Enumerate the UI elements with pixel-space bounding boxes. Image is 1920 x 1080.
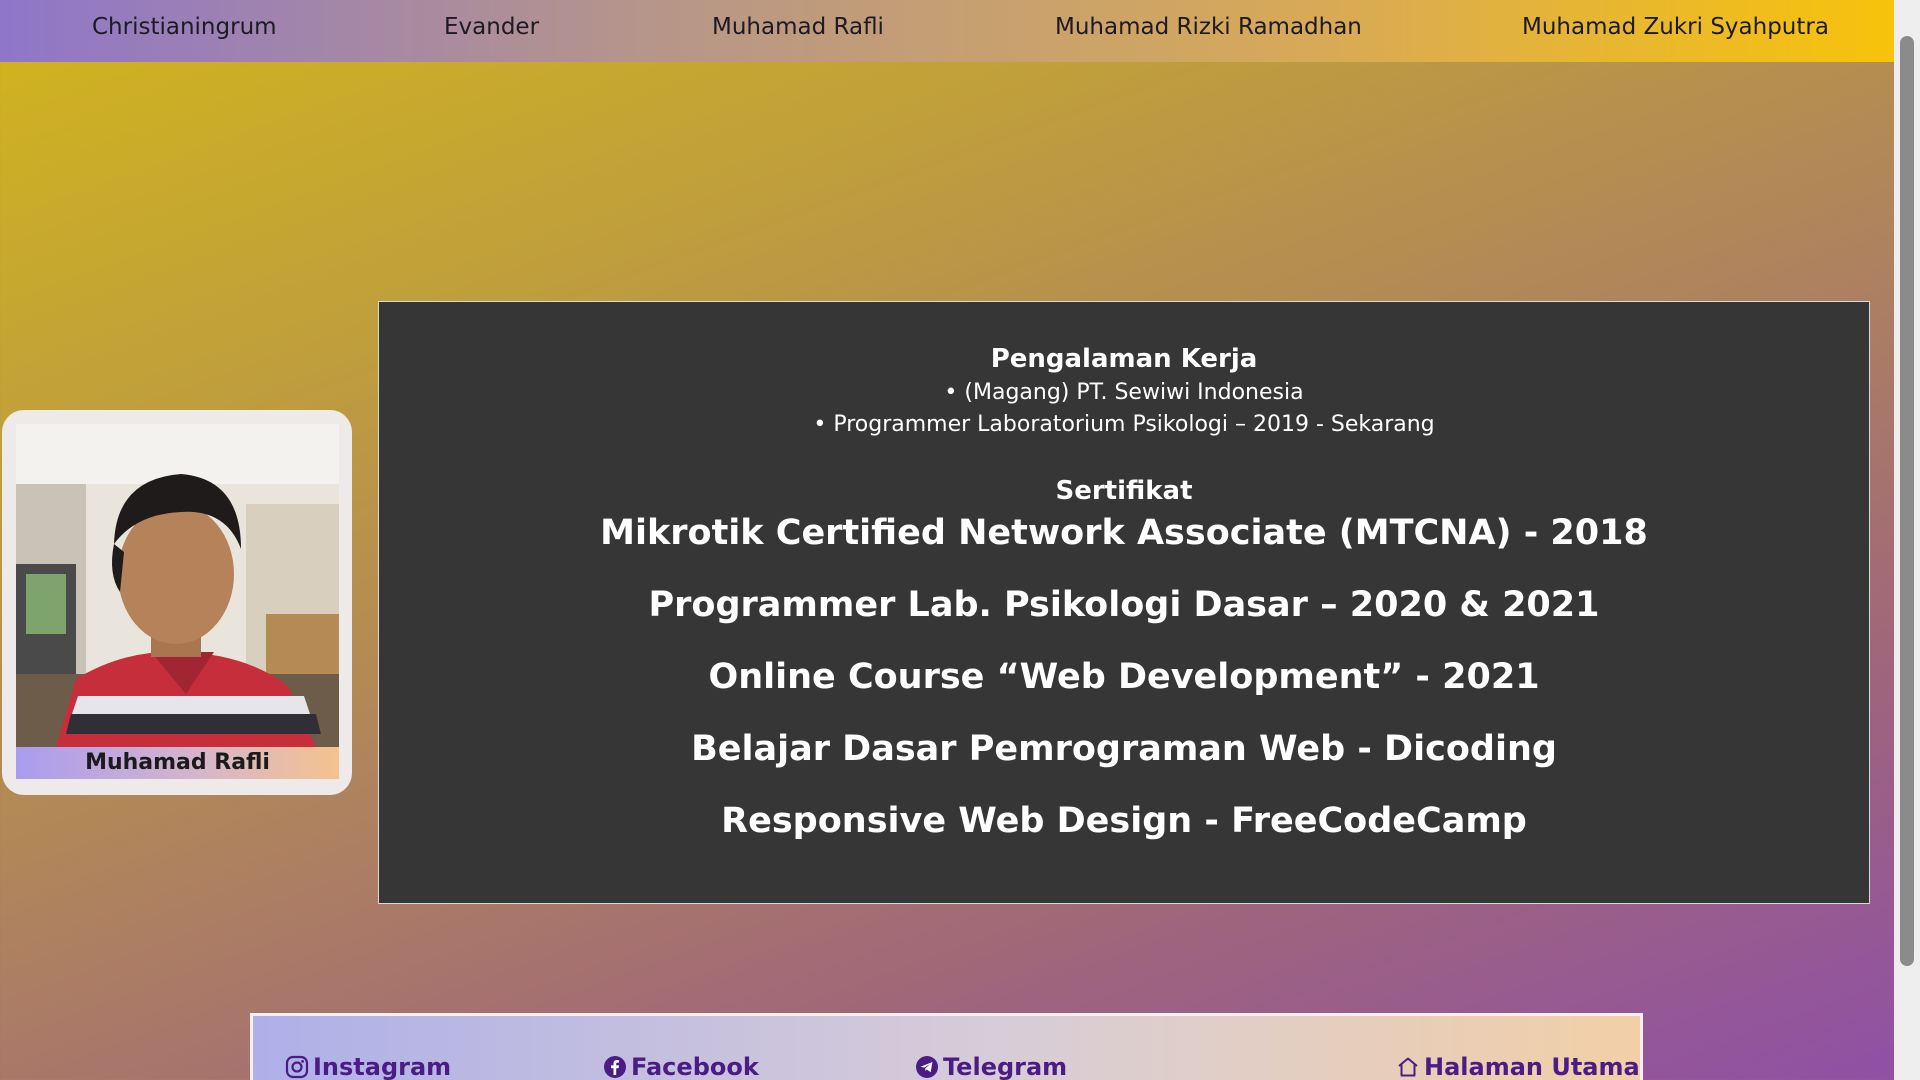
- nav-item-muhamad-rizki-ramadhan[interactable]: Muhamad Rizki Ramadhan: [1055, 0, 1362, 55]
- certificate-item: Belajar Dasar Pemrograman Web - Dicoding: [691, 729, 1557, 769]
- profile-photo: [16, 424, 339, 747]
- home-link[interactable]: Halaman Utama: [1396, 1051, 1640, 1080]
- telegram-icon: [916, 1056, 938, 1078]
- certificate-item: Online Course “Web Development” - 2021: [708, 657, 1540, 697]
- instagram-label: Instagram: [313, 1053, 452, 1080]
- home-icon: [1398, 1057, 1418, 1077]
- facebook-icon: [604, 1056, 626, 1078]
- nav-item-evander[interactable]: Evander: [444, 0, 539, 55]
- certificate-item: Mikrotik Certified Network Associate (MT…: [600, 513, 1648, 553]
- certificate-item: Responsive Web Design - FreeCodeCamp: [721, 801, 1527, 841]
- nav-item-muhamad-rafli[interactable]: Muhamad Rafli: [712, 0, 884, 55]
- experience-item-text: Programmer Laboratorium Psikologi – 2019…: [833, 412, 1435, 437]
- scrollbar-thumb[interactable]: [1900, 36, 1914, 966]
- profile-card: Muhamad Rafli: [2, 410, 352, 795]
- experience-item: • Programmer Laboratorium Psikologi – 20…: [813, 412, 1435, 437]
- profile-name: Muhamad Rafli: [16, 747, 339, 779]
- scrollbar[interactable]: [1894, 0, 1920, 1080]
- telegram-link[interactable]: Telegram: [915, 1051, 1067, 1080]
- experience-title: Pengalaman Kerja: [990, 344, 1258, 374]
- person-photo-icon: [16, 424, 339, 747]
- instagram-icon: [285, 1055, 309, 1079]
- certificates-title: Sertifikat: [1055, 476, 1193, 506]
- telegram-label: Telegram: [943, 1053, 1068, 1080]
- experience-item: • (Magang) PT. Sewiwi Indonesia: [944, 380, 1304, 405]
- home-label: Halaman Utama: [1424, 1053, 1640, 1080]
- facebook-link[interactable]: Facebook: [603, 1051, 759, 1080]
- content-panel: Pengalaman Kerja • (Magang) PT. Sewiwi I…: [378, 301, 1870, 904]
- footer-bar: Instagram Facebook Telegram Halaman Utam…: [250, 1013, 1643, 1080]
- instagram-link[interactable]: Instagram: [285, 1051, 451, 1080]
- top-nav: Christianingrum Evander Muhamad Rafli Mu…: [0, 0, 1894, 62]
- experience-item-text: (Magang) PT. Sewiwi Indonesia: [964, 380, 1304, 405]
- nav-item-muhamad-zukri-syahputra[interactable]: Muhamad Zukri Syahputra: [1522, 0, 1829, 55]
- facebook-label: Facebook: [631, 1053, 759, 1080]
- nav-item-christianingrum[interactable]: Christianingrum: [92, 0, 277, 55]
- certificate-item: Programmer Lab. Psikologi Dasar – 2020 &…: [648, 585, 1600, 625]
